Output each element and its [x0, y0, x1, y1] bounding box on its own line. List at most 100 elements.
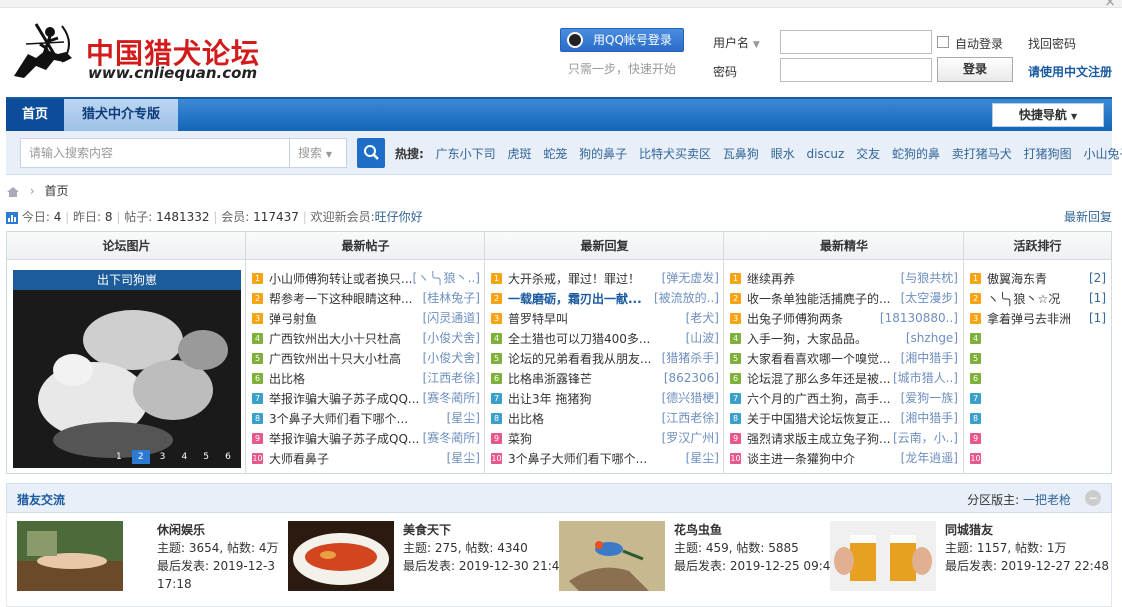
author-name[interactable]: [城市猎人..] — [893, 368, 958, 388]
thread-title[interactable]: 出让3年 拖猪狗 — [508, 389, 591, 409]
thread-title[interactable]: 大家看看喜欢哪一个嗅觉... — [747, 349, 890, 369]
register-link[interactable]: 请使用中文注册 — [1028, 63, 1112, 80]
thread-title[interactable]: 关于中国猎犬论坛恢复正... — [747, 409, 890, 429]
thread-title[interactable]: 一载磨砺，霜刃出一献... — [508, 289, 642, 309]
slider-page[interactable]: 3 — [154, 450, 172, 464]
nav-home[interactable]: 首页 — [6, 99, 64, 131]
list-item[interactable]: 6 出比格 [江西老徐] — [252, 368, 480, 388]
author-name[interactable]: [桂林兔子] — [423, 288, 480, 308]
hot-word[interactable]: 小山兔子狗 — [1083, 147, 1122, 161]
thread-title[interactable]: 出比格 — [269, 369, 305, 389]
board-name[interactable]: 花鸟虫鱼 — [674, 521, 838, 539]
author-name[interactable]: [老犬] — [686, 308, 719, 328]
collapse-icon[interactable]: − — [1085, 490, 1101, 506]
list-item[interactable]: 1 大开杀戒，罪过！罪过！ [弹无虚发] — [491, 268, 719, 288]
thread-title[interactable]: 六个月的广西土狗，高手... — [747, 389, 890, 409]
new-member-link[interactable]: 旺仔你好 — [375, 210, 423, 224]
list-item[interactable]: 7 — [970, 388, 1106, 408]
thread-title[interactable]: 论坛的兄弟看看我从朋友... — [508, 349, 651, 369]
author-name[interactable]: [猎猪杀手] — [662, 348, 719, 368]
author-name[interactable]: [被流放的..] — [654, 288, 719, 308]
author-name[interactable]: [星尘] — [686, 448, 719, 468]
hot-word[interactable]: 广东小下司 — [436, 147, 496, 161]
list-item[interactable]: 7 出让3年 拖猪狗 [德兴猎梗] — [491, 388, 719, 408]
hot-word[interactable]: discuz — [807, 147, 845, 161]
breadcrumb-home[interactable]: 首页 — [44, 184, 68, 198]
list-item[interactable]: 5 广西钦州出十只大小杜高 [小俊犬舍] — [252, 348, 480, 368]
quick-nav-button[interactable]: 快捷导航 ▼ — [992, 103, 1104, 127]
slider-page-active[interactable]: 2 — [131, 450, 150, 464]
list-item[interactable]: 8 — [970, 408, 1106, 428]
thread-title[interactable]: 大师看鼻子 — [269, 449, 329, 469]
list-item[interactable]: 4 入手一狗，大家品品。 [shzhge] — [730, 328, 958, 348]
list-item[interactable]: 8 3个鼻子大师们看下哪个... [星尘] — [252, 408, 480, 428]
slider-page[interactable]: 5 — [197, 450, 215, 464]
list-item[interactable]: 10 谈主进一条獾狗中介 [龙年逍遥] — [730, 448, 958, 468]
home-icon[interactable] — [6, 186, 20, 198]
list-item[interactable]: 7 六个月的广西土狗，高手... [爱狗一族] — [730, 388, 958, 408]
author-name[interactable]: [山波] — [686, 328, 719, 348]
list-item[interactable]: 6 — [970, 368, 1106, 388]
author-name[interactable]: [18130880..] — [880, 308, 958, 328]
hot-word[interactable]: 狗的鼻子 — [579, 147, 627, 161]
thread-title[interactable]: 强烈请求版主成立兔子狗... — [747, 429, 890, 449]
author-name[interactable]: [闪灵通道] — [423, 308, 480, 328]
find-password-link[interactable]: 找回密码 — [1028, 35, 1076, 52]
list-item[interactable]: 1 小山师傅狗转让或者换只... [ヽ╰╮狼丶..] — [252, 268, 480, 288]
hot-word[interactable]: 蛇笼 — [543, 147, 567, 161]
list-item[interactable]: 3 普罗特早叫 [老犬] — [491, 308, 719, 328]
thread-title[interactable]: 帮参考一下这种眼睛这种... — [269, 289, 412, 309]
author-name[interactable]: [星尘] — [447, 408, 480, 428]
list-item[interactable]: 8 关于中国猎犬论坛恢复正... [湘中猎手] — [730, 408, 958, 428]
author-name[interactable]: [小俊犬舍] — [423, 348, 480, 368]
list-item[interactable]: 8 出比格 [江西老徐] — [491, 408, 719, 428]
moderator-link[interactable]: 一把老枪 — [1023, 493, 1071, 507]
thread-title[interactable]: 广西钦州出十只大小杜高 — [269, 349, 401, 369]
list-item[interactable]: 5 论坛的兄弟看看我从朋友... [猎猪杀手] — [491, 348, 719, 368]
author-name[interactable]: [与狼共枕] — [901, 268, 958, 288]
author-name[interactable]: [shzhge] — [906, 328, 958, 348]
author-name[interactable]: [赛冬蔺所] — [423, 428, 480, 448]
hot-word[interactable]: 蛇狗的鼻 — [892, 147, 940, 161]
hot-word[interactable]: 卖打猪马犬 — [952, 147, 1012, 161]
login-button[interactable]: 登录 — [937, 57, 1013, 82]
list-item[interactable]: 3 拿着弹弓去非洲 [1] — [970, 308, 1106, 328]
password-input[interactable] — [780, 58, 932, 82]
member-name[interactable]: 拿着弹弓去非洲 — [987, 309, 1071, 329]
thread-title[interactable]: 入手一狗，大家品品。 — [747, 329, 867, 349]
author-name[interactable]: [弹无虚发] — [662, 268, 719, 288]
board-name[interactable]: 同城猎友 — [945, 521, 1109, 539]
author-name[interactable]: [德兴猎梗] — [662, 388, 719, 408]
hot-word[interactable]: 交友 — [856, 147, 880, 161]
list-item[interactable]: 4 — [970, 328, 1106, 348]
author-name[interactable]: [小俊犬舍] — [423, 328, 480, 348]
thread-title[interactable]: 大开杀戒，罪过！罪过！ — [508, 269, 640, 289]
thread-title[interactable]: 全土猎也可以刀猎400多... — [508, 329, 650, 349]
list-item[interactable]: 6 比格串浙露锋芒 [862306] — [491, 368, 719, 388]
list-item[interactable]: 5 大家看看喜欢哪一个嗅觉... [湘中猎手] — [730, 348, 958, 368]
list-item[interactable]: 9 举报诈骗大骗子苏子成QQ... [赛冬蔺所] — [252, 428, 480, 448]
list-item[interactable]: 3 弹弓射鱼 [闪灵通道] — [252, 308, 480, 328]
author-name[interactable]: [云南，小..] — [893, 428, 958, 448]
list-item[interactable]: 2 帮参考一下这种眼睛这种... [桂林兔子] — [252, 288, 480, 308]
hot-word[interactable]: 瓦鼻狗 — [723, 147, 759, 161]
slider-page[interactable]: 4 — [175, 450, 193, 464]
list-item[interactable]: 10 大师看鼻子 [星尘] — [252, 448, 480, 468]
list-item[interactable]: 9 强烈请求版主成立兔子狗... [云南，小..] — [730, 428, 958, 448]
thread-title[interactable]: 出兔子师傅狗两条 — [747, 309, 843, 329]
list-item[interactable]: 4 全土猎也可以刀猎400多... [山波] — [491, 328, 719, 348]
author-name[interactable]: [龙年逍遥] — [901, 448, 958, 468]
thread-title[interactable]: 普罗特早叫 — [508, 309, 568, 329]
list-item[interactable]: 4 广西钦州出大小十只杜高 [小俊犬舍] — [252, 328, 480, 348]
thread-title[interactable]: 弹弓射鱼 — [269, 309, 317, 329]
thread-title[interactable]: 3个鼻子大师们看下哪个... — [508, 449, 647, 469]
thread-title[interactable]: 菜狗 — [508, 429, 532, 449]
list-item[interactable]: 9 — [970, 428, 1106, 448]
thread-title[interactable]: 谈主进一条獾狗中介 — [747, 449, 855, 469]
username-label[interactable]: 用户名 ▼ — [713, 34, 760, 51]
board-name[interactable]: 美食天下 — [403, 521, 567, 539]
thread-title[interactable]: 出比格 — [508, 409, 544, 429]
username-input[interactable] — [780, 30, 932, 54]
author-name[interactable]: [赛冬蔺所] — [423, 388, 480, 408]
slider-page[interactable]: 1 — [110, 450, 128, 464]
